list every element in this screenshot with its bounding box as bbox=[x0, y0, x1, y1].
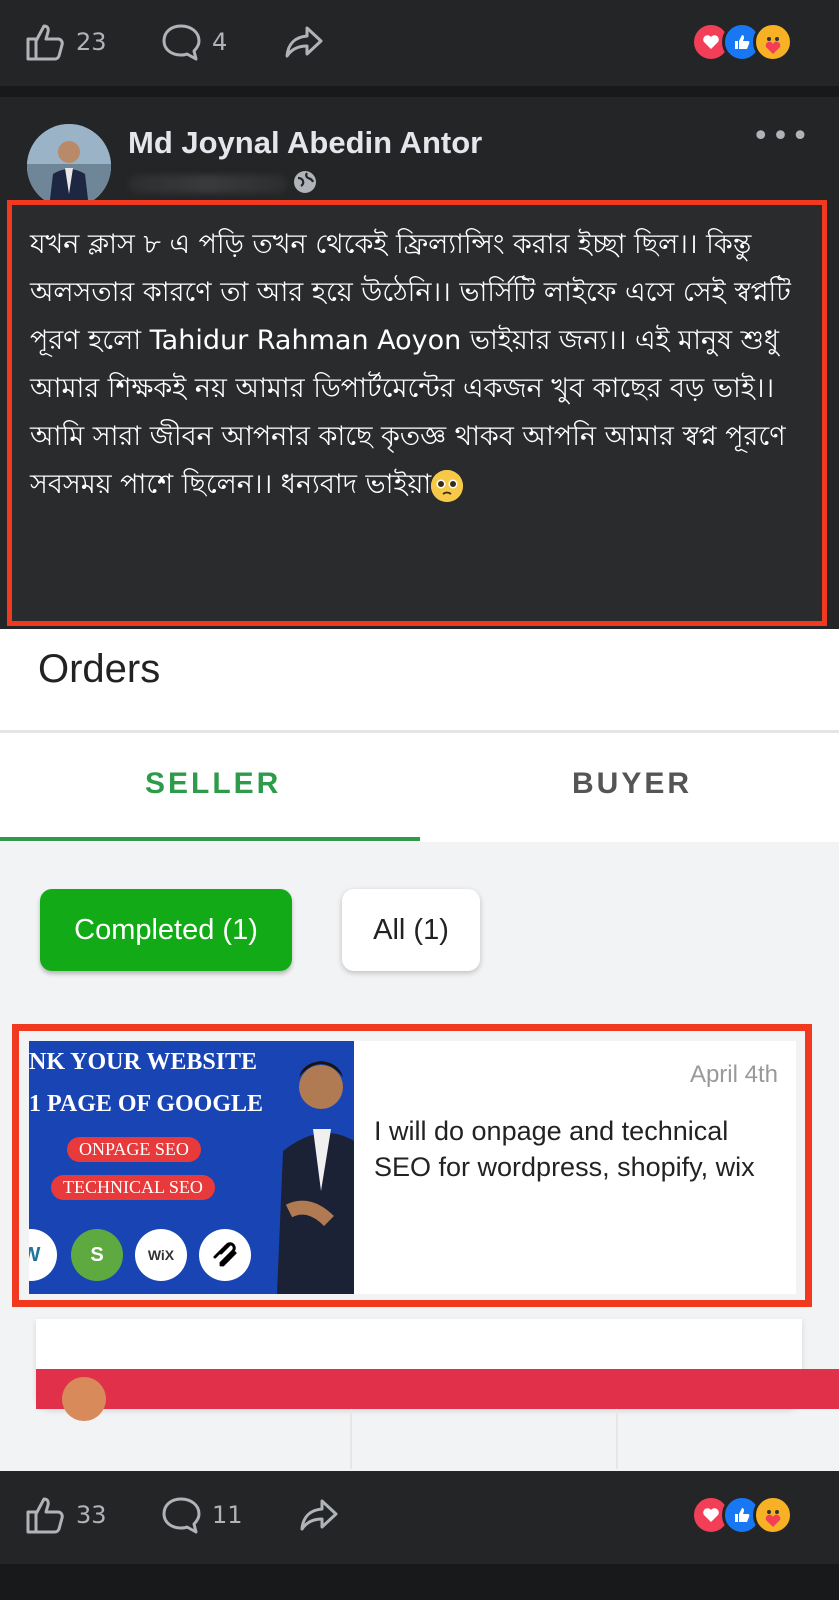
highlighted-order: NK YOUR WEBSITE 1 PAGE OF GOOGLE ONPAGE … bbox=[12, 1024, 812, 1307]
thumbnail-pill-onpage: ONPAGE SEO bbox=[67, 1137, 201, 1162]
previous-post-action-bar: 23 4 bbox=[0, 0, 839, 86]
like-count: 23 bbox=[76, 28, 107, 56]
post-action-bar: 33 11 bbox=[0, 1471, 839, 1564]
squarespace-icon bbox=[199, 1229, 251, 1281]
buyer-avatar bbox=[62, 1377, 106, 1421]
orders-header: Orders bbox=[0, 629, 839, 733]
seller-photo bbox=[277, 1061, 354, 1294]
wordpress-icon: W bbox=[29, 1229, 57, 1281]
redaction-bar bbox=[36, 1369, 839, 1409]
orders-title: Orders bbox=[38, 647, 161, 691]
comment-count: 4 bbox=[212, 28, 228, 56]
post-text: যখন ক্লাস ৮ এ পড়ি তখন থেকেই ফ্রিল্যান্স… bbox=[30, 229, 800, 502]
comment-button[interactable]: 11 bbox=[160, 1495, 243, 1535]
order-title: I will do onpage and technical SEO for w… bbox=[374, 1116, 755, 1182]
care-reaction-icon bbox=[753, 22, 793, 62]
globe-icon bbox=[294, 171, 316, 193]
share-icon bbox=[300, 1499, 338, 1531]
filter-completed: Completed (1) bbox=[40, 889, 292, 971]
stats-divider bbox=[350, 1409, 352, 1469]
post-card: Md Joynal Abedin Antor ••• যখন ক্লাস ৮ এ… bbox=[0, 97, 839, 1471]
comment-icon bbox=[162, 1497, 201, 1534]
comment-button[interactable]: 4 bbox=[160, 22, 227, 62]
like-button[interactable]: 23 bbox=[24, 22, 107, 62]
gig-thumbnail: NK YOUR WEBSITE 1 PAGE OF GOOGLE ONPAGE … bbox=[29, 1041, 354, 1294]
blurred-timestamp bbox=[128, 175, 288, 193]
pleading-face-emoji-icon bbox=[431, 469, 464, 502]
share-button[interactable] bbox=[298, 1495, 340, 1535]
thumbnail-pill-technical: TECHNICAL SEO bbox=[51, 1175, 215, 1200]
shopify-icon: S bbox=[71, 1229, 123, 1281]
like-button[interactable]: 33 bbox=[24, 1495, 107, 1535]
share-icon bbox=[285, 26, 323, 58]
filter-all: All (1) bbox=[342, 889, 480, 971]
active-tab-indicator bbox=[0, 837, 420, 841]
order-date: April 4th bbox=[689, 1061, 778, 1088]
like-count: 33 bbox=[76, 1501, 107, 1529]
thumbnail-line-2: 1 PAGE OF GOOGLE bbox=[29, 1091, 264, 1117]
stats-divider bbox=[616, 1409, 618, 1469]
orders-screenshot: Orders SELLER BUYER Completed (1) All (1… bbox=[0, 629, 839, 1471]
avatar[interactable] bbox=[27, 124, 111, 208]
author-name[interactable]: Md Joynal Abedin Antor bbox=[128, 125, 482, 161]
more-options-icon[interactable]: ••• bbox=[752, 119, 811, 154]
like-icon bbox=[26, 1497, 64, 1534]
tab-seller: SELLER bbox=[145, 767, 282, 800]
care-reaction-icon bbox=[753, 1495, 793, 1535]
like-icon bbox=[26, 24, 64, 61]
profile-photo bbox=[27, 124, 111, 208]
highlighted-post-text: যখন ক্লাস ৮ এ পড়ি তখন থেকেই ফ্রিল্যান্স… bbox=[7, 200, 827, 626]
thumbnail-line-1: NK YOUR WEBSITE bbox=[29, 1049, 258, 1075]
share-button[interactable] bbox=[283, 22, 325, 62]
order-card: NK YOUR WEBSITE 1 PAGE OF GOOGLE ONPAGE … bbox=[29, 1041, 796, 1294]
reactions-summary[interactable] bbox=[691, 22, 793, 62]
wix-icon: WiX bbox=[135, 1229, 187, 1281]
reactions-summary[interactable] bbox=[691, 1495, 793, 1535]
tab-buyer: BUYER bbox=[572, 767, 693, 800]
comment-icon bbox=[162, 24, 201, 61]
comment-count: 11 bbox=[212, 1501, 243, 1529]
orders-tabs: SELLER BUYER bbox=[0, 733, 839, 842]
